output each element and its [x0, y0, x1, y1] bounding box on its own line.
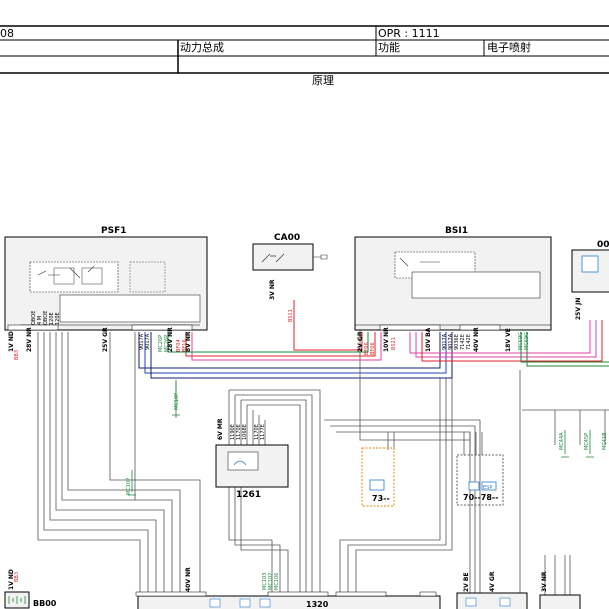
module-006: 006: [571, 240, 609, 293]
module-bsi1: BSI1: [354, 226, 552, 331]
wire-label-4vgr: 4V GR: [489, 571, 496, 592]
svg-text:120E: 120E: [55, 312, 61, 325]
wire-label-2vbe: 2V BE: [463, 572, 470, 592]
label-1261: 1261: [236, 490, 261, 500]
module-1320: 1320: [137, 595, 441, 609]
connector-stubs-1320: [135, 591, 437, 597]
svg-text:MC44A: MC44A: [559, 432, 565, 450]
wire-label-2vgr: 2V GR: [357, 331, 364, 352]
label-70-78: 70--78--: [463, 493, 499, 502]
wire-label-28vnr-2: 28V NR: [167, 327, 174, 352]
wire-green-1: [167, 332, 369, 353]
wire-navy-2: [150, 332, 453, 379]
ground-markers: [128, 380, 594, 496]
label-ca00: CA00: [274, 233, 300, 243]
label-1320: 1320: [306, 600, 329, 609]
svg-text:MC41B: MC41B: [602, 432, 608, 450]
wire-label-1vnd: 1V ND: [8, 331, 15, 352]
wire-label-28vnr: 28V NR: [26, 327, 33, 352]
wire-red-2: [293, 300, 363, 351]
module-ca00: CA00: [252, 233, 328, 271]
svg-text:MC10P: MC10P: [174, 393, 180, 410]
wire-label-3vnr-2: 3V NR: [541, 571, 548, 592]
svg-text:1068E: 1068E: [242, 424, 248, 440]
svg-text:BS21: BS21: [391, 337, 397, 350]
wiring-diagram: PSF1 CA00 BSI1 006: [4, 226, 609, 609]
svg-text:BS11: BS11: [288, 309, 294, 322]
pin-labels-green: MC26P MC26P MC10P MC10P MC69G MC69G MC44…: [126, 332, 608, 590]
label-006: 006: [597, 240, 609, 250]
svg-text:MC69G: MC69G: [524, 332, 530, 350]
wire-label-3vnr: 3V NR: [269, 279, 276, 300]
wire-label-1vnd-2: 1V ND: [8, 569, 15, 590]
module-1261: 1261: [215, 444, 289, 500]
label-psf1: PSF1: [101, 226, 127, 236]
svg-text:9017A: 9017A: [145, 333, 151, 350]
label-bb00: BB00: [33, 599, 57, 608]
svg-text:MC10P: MC10P: [126, 478, 132, 495]
wire-label-25vjn: 25V JN: [575, 298, 582, 320]
wire-label-6vmr: 6V MR: [217, 418, 224, 440]
wire-label-40vnr: 40V NR: [473, 327, 480, 352]
svg-text:7142E: 7142E: [466, 334, 472, 350]
svg-text:MC45P: MC45P: [584, 433, 590, 450]
wire-label-18vve: 18V VE: [505, 328, 512, 352]
module-73: 73--: [361, 447, 395, 507]
wire-label-10vnr: 10V NR: [383, 327, 390, 352]
wire-label-25vgr: 25V GR: [102, 327, 109, 352]
svg-text:MC106: MC106: [274, 573, 280, 590]
wire-label-8vnr: 8V NR: [185, 331, 192, 352]
svg-text:1177E: 1177E: [260, 424, 266, 440]
label-bsi1: BSI1: [445, 226, 468, 236]
svg-text:BF06: BF06: [370, 342, 376, 355]
esp-icon: ESP: [483, 485, 492, 491]
label-73: 73--: [372, 494, 390, 503]
module-bottom-right: [456, 592, 581, 609]
module-bb00: BB00: [4, 591, 57, 609]
wire-label-40vnr-2: 40V NR: [185, 567, 192, 592]
wire-label-10vba: 10V BA: [425, 327, 432, 352]
